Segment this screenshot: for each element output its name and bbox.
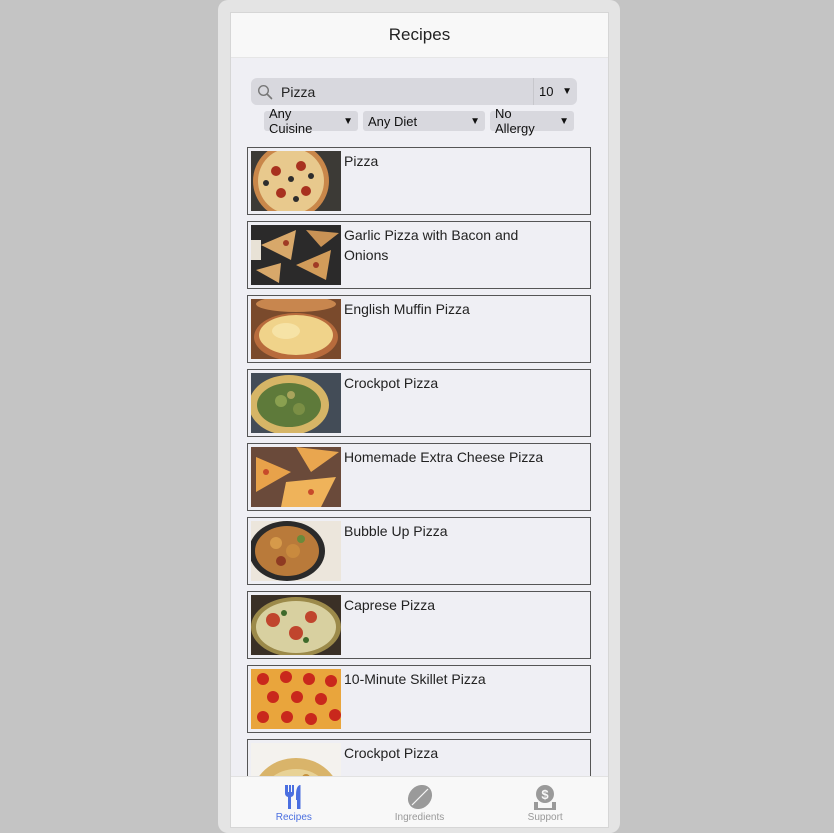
navigation-bar: Recipes [231,13,608,58]
recipe-row[interactable]: Garlic Pizza with Bacon and Onions [247,221,591,289]
tab-recipes[interactable]: Recipes [231,777,357,827]
recipe-thumbnail [251,447,341,507]
recipe-title: 10-Minute Skillet Pizza [344,671,486,687]
search-bar: 10 ▼ [251,78,577,105]
fork-knife-icon [284,785,301,809]
recipe-thumbnail [251,225,341,285]
leaf-icon [407,784,432,810]
recipe-thumbnail [251,669,341,729]
recipe-title: Garlic Pizza with Bacon and Onions [344,227,519,263]
tab-label: Recipes [275,812,312,823]
tab-support[interactable]: $ Support [482,777,608,827]
recipe-title: Bubble Up Pizza [344,523,448,539]
result-count-select[interactable]: 10 ▼ [533,78,577,105]
tab-ingredients[interactable]: Ingredients [357,777,483,827]
dollar-hand-icon: $ [534,785,557,810]
cuisine-value: Any Cuisine [269,106,313,136]
cuisine-select[interactable]: Any Cuisine ▼ [264,106,358,136]
recipe-title: Homemade Extra Cheese Pizza [344,449,544,465]
recipe-row[interactable]: Pizza [247,147,591,215]
recipe-list: Pizza Garlic Pizza with Bacon and Onions [247,147,591,813]
svg-text:$: $ [542,787,550,802]
recipe-thumbnail [251,521,341,581]
recipe-row[interactable]: Homemade Extra Cheese Pizza [247,443,591,511]
allergy-select[interactable]: No Allergy ▼ [490,106,574,136]
chevron-down-icon: ▼ [562,86,572,97]
chevron-down-icon: ▼ [559,115,569,127]
filter-row: Any Cuisine ▼ Any Diet ▼ No Allergy ▼ [264,106,574,136]
tab-label: Support [527,812,563,823]
recipe-row[interactable]: Crockpot Pizza [247,369,591,437]
allergy-value: No Allergy [495,106,535,136]
recipe-thumbnail [251,595,341,655]
recipe-row[interactable]: 10-Minute Skillet Pizza [247,665,591,733]
recipe-title: Crockpot Pizza [344,375,439,391]
diet-select[interactable]: Any Diet ▼ [363,111,485,131]
app-window: Recipes 10 ▼ Any Cuisine ▼ Any Diet ▼ No… [230,12,609,828]
recipe-title: Caprese Pizza [344,597,436,613]
recipe-thumbnail [251,299,341,359]
recipe-title: Pizza [344,153,379,169]
recipe-row[interactable]: Caprese Pizza [247,591,591,659]
search-input[interactable] [279,78,533,105]
recipe-thumbnail [251,151,341,211]
recipe-thumbnail [251,373,341,433]
result-count-value: 10 [539,84,554,99]
diet-value: Any Diet [368,113,418,129]
tab-label: Ingredients [394,812,445,823]
chevron-down-icon: ▼ [470,115,480,127]
search-icon [257,81,279,103]
chevron-down-icon: ▼ [343,115,353,127]
tab-bar: Recipes Ingredients $ Support [231,776,608,827]
page-title: Recipes [388,25,451,44]
recipe-row[interactable]: English Muffin Pizza [247,295,591,363]
recipe-title: English Muffin Pizza [344,301,470,317]
recipe-row[interactable]: Bubble Up Pizza [247,517,591,585]
